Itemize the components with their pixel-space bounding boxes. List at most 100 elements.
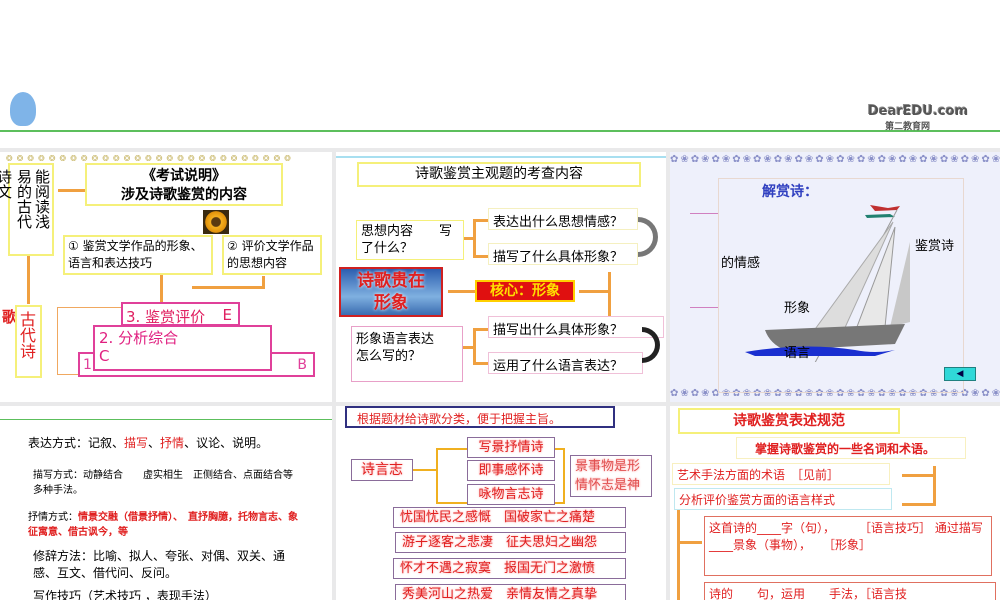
vine-divider [0, 419, 332, 420]
text: 1 [83, 357, 92, 373]
connector [473, 328, 476, 364]
poetry-image-banner: 诗歌贵在形象 [339, 267, 443, 317]
text: 鉴赏诗 [915, 239, 955, 254]
question-box: 表达出什么思想情感？ [488, 208, 638, 230]
connector [473, 362, 488, 365]
text: 描写 [124, 436, 149, 450]
content-box: 思想内容 写了什么？ [356, 220, 464, 260]
text: 的情感 [721, 256, 761, 271]
title-box: 《考试说明》 涉及诗歌鉴赏的内容 [85, 163, 283, 206]
arrow [160, 275, 163, 305]
bracket [555, 448, 565, 504]
slide-thumbnail-5[interactable]: 根据题材给诗歌分类，便于把握主旨。 诗言志 写景抒情诗 即事感怀诗 咏物言志诗 … [336, 406, 666, 600]
connector [473, 255, 488, 258]
text: 能阅读浅 [33, 169, 51, 229]
question-box: 描写出什么具体形象？ [488, 316, 664, 338]
question-box: 描写了什么具体形象？ [488, 243, 638, 265]
core-box: 核心：形象 [475, 280, 575, 302]
bracket [436, 448, 469, 504]
ancient-poetry-box: 古代诗 [15, 305, 42, 378]
type-box: 写景抒情诗 [467, 437, 555, 458]
arrow [58, 189, 86, 192]
type-box: 咏物言志诗 [467, 484, 555, 505]
arrow [27, 256, 30, 304]
slide-thumbnail-1[interactable]: ❂❂❂❂❂❂❂❂❂❂❂❂❂❂❂❂❂❂❂❂❂❂❂❂❂❂❂ 诗文 易的古代 能阅读浅… [0, 152, 332, 402]
term-item: 分析评价鉴赏方面的语言样式 [674, 488, 892, 510]
arrow [192, 286, 262, 289]
slide-thumbnail-3[interactable]: ✿❀✿❀✿❀✿❀✿❀✿❀✿❀✿❀✿❀✿❀✿❀✿❀✿❀✿❀✿❀✿❀ ✿❀✿❀✿❀✿… [670, 152, 1000, 402]
title-line: 《考试说明》 [142, 168, 226, 184]
term-item: 艺术手法方面的术语 ［见前］ [672, 463, 890, 485]
theme-box: 秀美河山之热爱 亲情友情之真挚 [395, 584, 626, 600]
description-line: 描写方式：动静结合 虚实相生 正侧结合、点面结合等多种手法。 [33, 470, 293, 496]
text: 表达方式：记叙、 [28, 436, 125, 450]
sailboat-image [745, 205, 910, 362]
connector [463, 346, 473, 349]
text: C [99, 347, 110, 365]
note-box: 景事物是形情怀志是神 [570, 455, 652, 497]
root-box: 诗言志 [351, 459, 413, 481]
text: 2. 分析综合 [99, 329, 179, 347]
technique-line: 写作技巧（艺术技巧 ，表现手法） [33, 589, 217, 600]
theme-box: 忧国忧民之感慨 国破家亡之痛楚 [393, 507, 626, 528]
arrow [677, 510, 680, 600]
text: 、 [148, 436, 161, 450]
arrow [579, 290, 609, 293]
text: 抒情方式： [28, 512, 78, 523]
slide-thumbnail-4[interactable]: 表达方式：记叙、描写、抒情、议论、说明。 描写方式：动静结合 虚实相生 正侧结合… [0, 406, 332, 600]
arrow [902, 503, 934, 506]
lyric-line: 抒情方式：情景交融（借景抒情）、 直抒胸臆，托物言志、象征寓意、借古讽今，等 [28, 510, 298, 540]
text: 形象 [784, 301, 811, 316]
rhetoric-line: 修辞方法：比喻、拟人、夸张、对偶、双关、通感、互文、借代问、反问。 [33, 549, 286, 580]
bird-icon [10, 92, 36, 126]
template-box: 诗的____句，运用____手法，［语言技 [704, 582, 996, 600]
header-box: 根据题材给诗歌分类，便于把握主旨。 [345, 406, 615, 428]
slide-title: 诗歌鉴赏表述规范 [678, 408, 900, 434]
subtitle-box: 掌握诗歌鉴赏的一些名词和术语。 [736, 437, 966, 459]
text: 诗文 [0, 169, 13, 199]
arrow [608, 272, 611, 317]
template-box: 这首诗的____字（句）， ［语言技巧］ 通过描写____景象（事物）， ［形象… [704, 516, 992, 576]
arrow [902, 474, 934, 477]
arrow [448, 290, 478, 293]
arrow [677, 541, 702, 544]
text: 抒情 [160, 436, 185, 450]
logo-sub: 第二教育网 [885, 122, 931, 132]
logo: DearEDU.com [868, 104, 969, 119]
header-banner: DearEDU.com 第二教育网 [0, 0, 1000, 148]
expression-line: 表达方式：记叙、描写、抒情、议论、说明。 [28, 434, 268, 451]
criterion-box-2: ② 评价文学作品的思想内容 [222, 235, 322, 275]
title-line: 涉及诗歌鉴赏的内容 [121, 187, 247, 203]
vine-divider [0, 130, 1000, 132]
level-3-box: 3. 鉴赏评价 E [121, 302, 240, 326]
criterion-box-1: ① 鉴赏文学作品的形象、语言和表达技巧 [63, 235, 213, 275]
text: B [297, 357, 307, 373]
line [690, 213, 718, 214]
type-box: 即事感怀诗 [467, 460, 555, 481]
connector [473, 328, 488, 331]
bracket [413, 469, 438, 471]
question-box: 运用了什么语言表达？ [488, 352, 643, 374]
theme-box: 怀才不遇之寂寞 报国无门之激愤 [393, 558, 626, 579]
language-box: 形象语言表达 怎么写的？ [351, 326, 473, 382]
slide-thumbnail-2[interactable]: 诗歌鉴赏主观题的考查内容 思想内容 写了什么？ 表达出什么思想情感？ 描写了什么… [336, 152, 666, 402]
arrow [933, 466, 936, 506]
slide-thumbnail-6[interactable]: 诗歌鉴赏表述规范 掌握诗歌鉴赏的一些名词和术语。 艺术手法方面的术语 ［见前］ … [670, 406, 1000, 600]
line [690, 307, 718, 308]
connector [473, 219, 476, 257]
text: E [222, 306, 232, 324]
flower-icon [203, 210, 229, 234]
arrow [262, 276, 265, 289]
heading: 解赏诗： [762, 184, 818, 200]
connector [473, 219, 488, 222]
slide-title: 诗歌鉴赏主观题的考查内容 [357, 162, 641, 187]
text: 3. 鉴赏评价 [126, 308, 206, 326]
deco-ribbon [336, 156, 666, 160]
theme-box: 游子逐客之悲凄 征夫思妇之幽怨 [395, 532, 626, 553]
deco-border: ✿❀✿❀✿❀✿❀✿❀✿❀✿❀✿❀✿❀✿❀✿❀✿❀✿❀✿❀✿❀✿❀ [670, 154, 1000, 165]
back-button[interactable]: ◀ [944, 367, 976, 381]
level-2-box: 2. 分析综合 C [93, 325, 272, 371]
deco-border: ❂❂❂❂❂❂❂❂❂❂❂❂❂❂❂❂❂❂❂❂❂❂❂❂❂❂❂ [6, 154, 295, 163]
curved-arrow-icon [638, 217, 658, 257]
text: 、议论、说明。 [184, 436, 269, 450]
